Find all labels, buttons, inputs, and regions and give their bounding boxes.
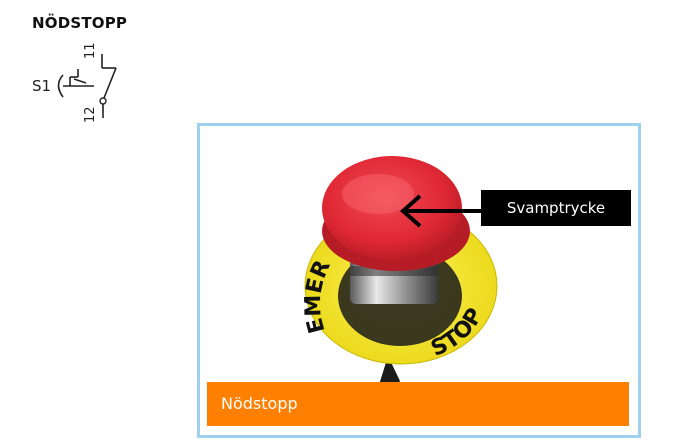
photo-caption: Nödstopp bbox=[207, 382, 629, 426]
photo-frame: EMER STOP Svamptrycke Nödstopp bbox=[197, 123, 641, 438]
page-title: NÖDSTOPP bbox=[32, 14, 128, 32]
red-button-highlight bbox=[342, 174, 414, 214]
mushroom-head-line bbox=[57, 74, 64, 98]
emergency-stop-symbol: S1 11 12 bbox=[32, 42, 117, 123]
terminal-bottom: 12 bbox=[83, 106, 98, 123]
terminal-top: 11 bbox=[83, 42, 98, 59]
actuator-latch bbox=[73, 78, 87, 84]
contact-pivot bbox=[99, 97, 107, 105]
callout-label: Svamptrycke bbox=[481, 190, 631, 226]
symbol-designator: S1 bbox=[32, 77, 51, 95]
contact-blade bbox=[103, 67, 117, 99]
